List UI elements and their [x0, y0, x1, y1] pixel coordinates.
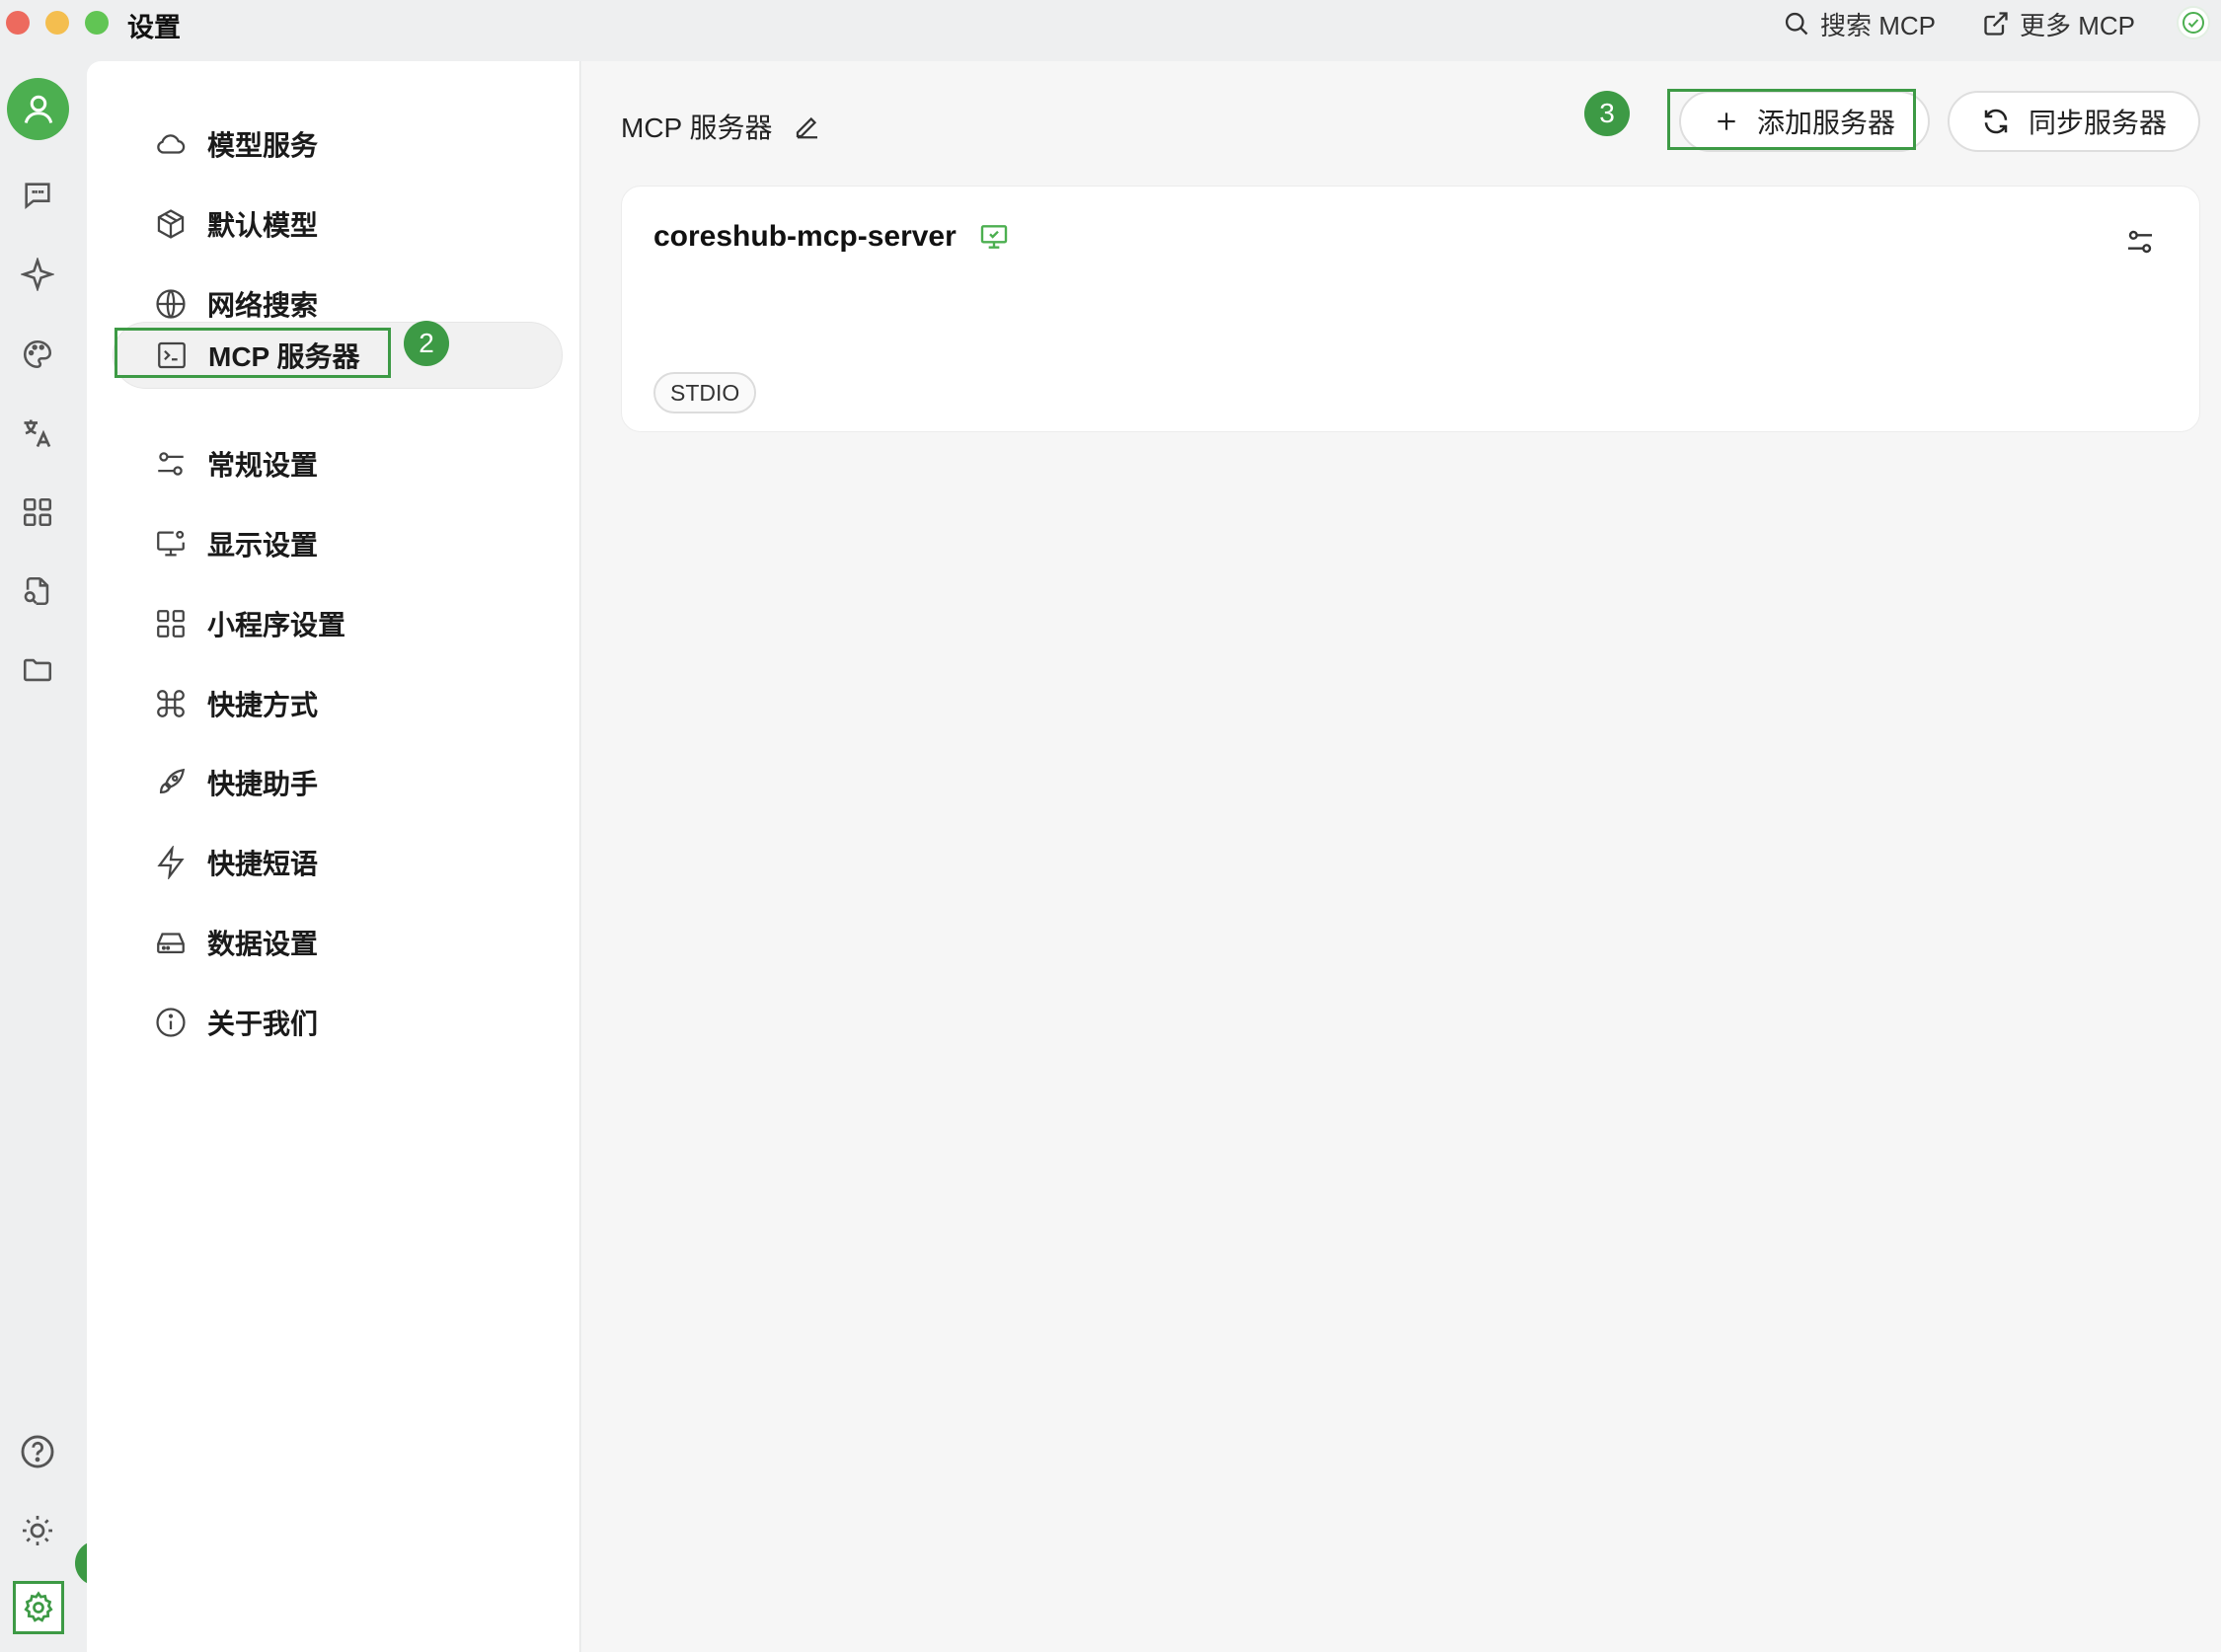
nav-item-label: MCP 服务器	[208, 341, 360, 372]
cube-icon	[157, 209, 185, 239]
cloud-icon	[157, 134, 186, 154]
search-icon	[1785, 12, 1808, 36]
rail-files[interactable]	[18, 571, 57, 611]
server-name: coreshub-mcp-server	[653, 220, 1010, 254]
command-icon	[157, 690, 185, 717]
server-type-tag: STDIO	[653, 372, 757, 413]
nav-item-default-model[interactable]: 默认模型	[113, 190, 563, 258]
gear-icon	[24, 1591, 53, 1622]
rail-theme[interactable]	[18, 1511, 57, 1550]
nav-item-display-settings[interactable]: 显示设置	[113, 510, 563, 577]
server-card[interactable]: coreshub-mcp-server STDIO	[621, 186, 2200, 432]
rocket-icon	[159, 768, 186, 794]
minimize-window-button[interactable]	[45, 11, 69, 35]
user-icon	[24, 95, 52, 123]
nav-item-shortcuts[interactable]: 快捷方式	[113, 670, 563, 737]
close-window-button[interactable]	[6, 11, 30, 35]
rail-folder[interactable]	[18, 650, 57, 690]
search-mcp-label: 搜索 MCP	[1820, 10, 1937, 40]
help-icon	[21, 1435, 54, 1468]
rail-apps[interactable]	[18, 492, 57, 532]
nav-item-general-settings[interactable]: 常规设置	[113, 430, 563, 497]
sync-servers-button[interactable]: 同步服务器	[1948, 91, 2200, 152]
more-mcp-label: 更多 MCP	[2020, 10, 2136, 40]
nav-item-miniapp-settings[interactable]: 小程序设置	[113, 590, 563, 657]
nav-item-label: 快捷短语	[207, 849, 319, 879]
palette-icon	[23, 339, 52, 369]
page-title: MCP 服务器	[621, 107, 822, 146]
server-settings-icon[interactable]	[2124, 226, 2156, 258]
window-title: 设置	[127, 13, 181, 42]
avatar[interactable]	[7, 78, 69, 140]
sun-icon	[23, 1516, 52, 1545]
nav-item-label: 网络搜索	[207, 290, 319, 321]
nav-item-data-settings[interactable]: 数据设置	[113, 909, 563, 976]
search-mcp-button[interactable]: 搜索 MCP	[1783, 6, 1936, 41]
page-title-text: MCP 服务器	[621, 113, 773, 143]
translate-icon	[24, 419, 51, 448]
folder-icon	[23, 658, 52, 682]
settings-nav: 模型服务 默认模型 网络搜索 MCP 服务器 常规设置 显示设置 小程序设置 快…	[87, 61, 580, 1652]
nav-item-quick-assistant[interactable]: 快捷助手	[113, 749, 563, 816]
monitor-gear-icon	[157, 530, 185, 557]
main-panel: MCP 服务器 3 添加服务器 同步服务器 coreshub-mcp-serve…	[581, 61, 2221, 1652]
more-mcp-button[interactable]: 更多 MCP	[1982, 6, 2135, 41]
step-badge-2: 2	[404, 321, 449, 366]
server-name-text: coreshub-mcp-server	[653, 220, 957, 253]
nav-item-label: 小程序设置	[207, 610, 346, 640]
nav-item-label: 数据设置	[207, 929, 319, 959]
nav-item-label: 关于我们	[207, 1009, 319, 1039]
sparkle-icon	[21, 258, 54, 291]
edit-icon[interactable]	[793, 112, 822, 141]
file-search-icon	[24, 576, 49, 606]
title-bar: 设置 搜索 MCP 更多 MCP	[0, 0, 2221, 61]
rail-chat[interactable]	[18, 176, 57, 215]
refresh-icon	[1984, 109, 2008, 134]
rail-help[interactable]	[18, 1432, 57, 1471]
check-circle-icon	[2183, 12, 2204, 34]
info-icon	[156, 1008, 186, 1037]
add-server-label: 添加服务器	[1756, 108, 1895, 138]
plus-icon	[1718, 113, 1735, 130]
rail-assistant[interactable]	[18, 255, 57, 294]
status-check-button[interactable]	[2177, 6, 2210, 39]
rail-settings[interactable]	[13, 1581, 64, 1634]
nav-item-quick-phrases[interactable]: 快捷短语	[113, 829, 563, 896]
rail-paint[interactable]	[18, 335, 57, 374]
step-badge-3: 3	[1584, 91, 1630, 136]
grid-icon	[157, 610, 185, 638]
terminal-icon	[158, 341, 186, 369]
zap-icon	[157, 846, 185, 879]
apps-grid-icon	[23, 497, 52, 527]
sliders-icon	[158, 452, 184, 476]
nav-item-label: 快捷助手	[207, 769, 319, 799]
nav-item-label: 默认模型	[207, 210, 319, 241]
nav-item-label: 常规设置	[207, 450, 319, 481]
chat-icon	[25, 183, 50, 209]
icon-rail	[0, 61, 87, 1652]
nav-item-label: 模型服务	[207, 130, 319, 161]
globe-icon	[156, 289, 186, 319]
nav-item-label: 显示设置	[207, 530, 319, 561]
zoom-window-button[interactable]	[85, 11, 109, 35]
drive-icon	[157, 933, 185, 954]
nav-item-label: 快捷方式	[207, 690, 319, 720]
nav-item-mcp-servers[interactable]: MCP 服务器	[113, 322, 563, 389]
nav-item-model-service[interactable]: 模型服务	[113, 111, 563, 178]
add-server-button[interactable]: 添加服务器	[1679, 91, 1930, 152]
monitor-check-icon	[980, 225, 1007, 249]
nav-item-about-us[interactable]: 关于我们	[113, 989, 563, 1056]
sync-servers-label: 同步服务器	[2028, 108, 2167, 138]
external-link-icon	[1984, 12, 2008, 36]
rail-translate[interactable]	[18, 413, 57, 453]
